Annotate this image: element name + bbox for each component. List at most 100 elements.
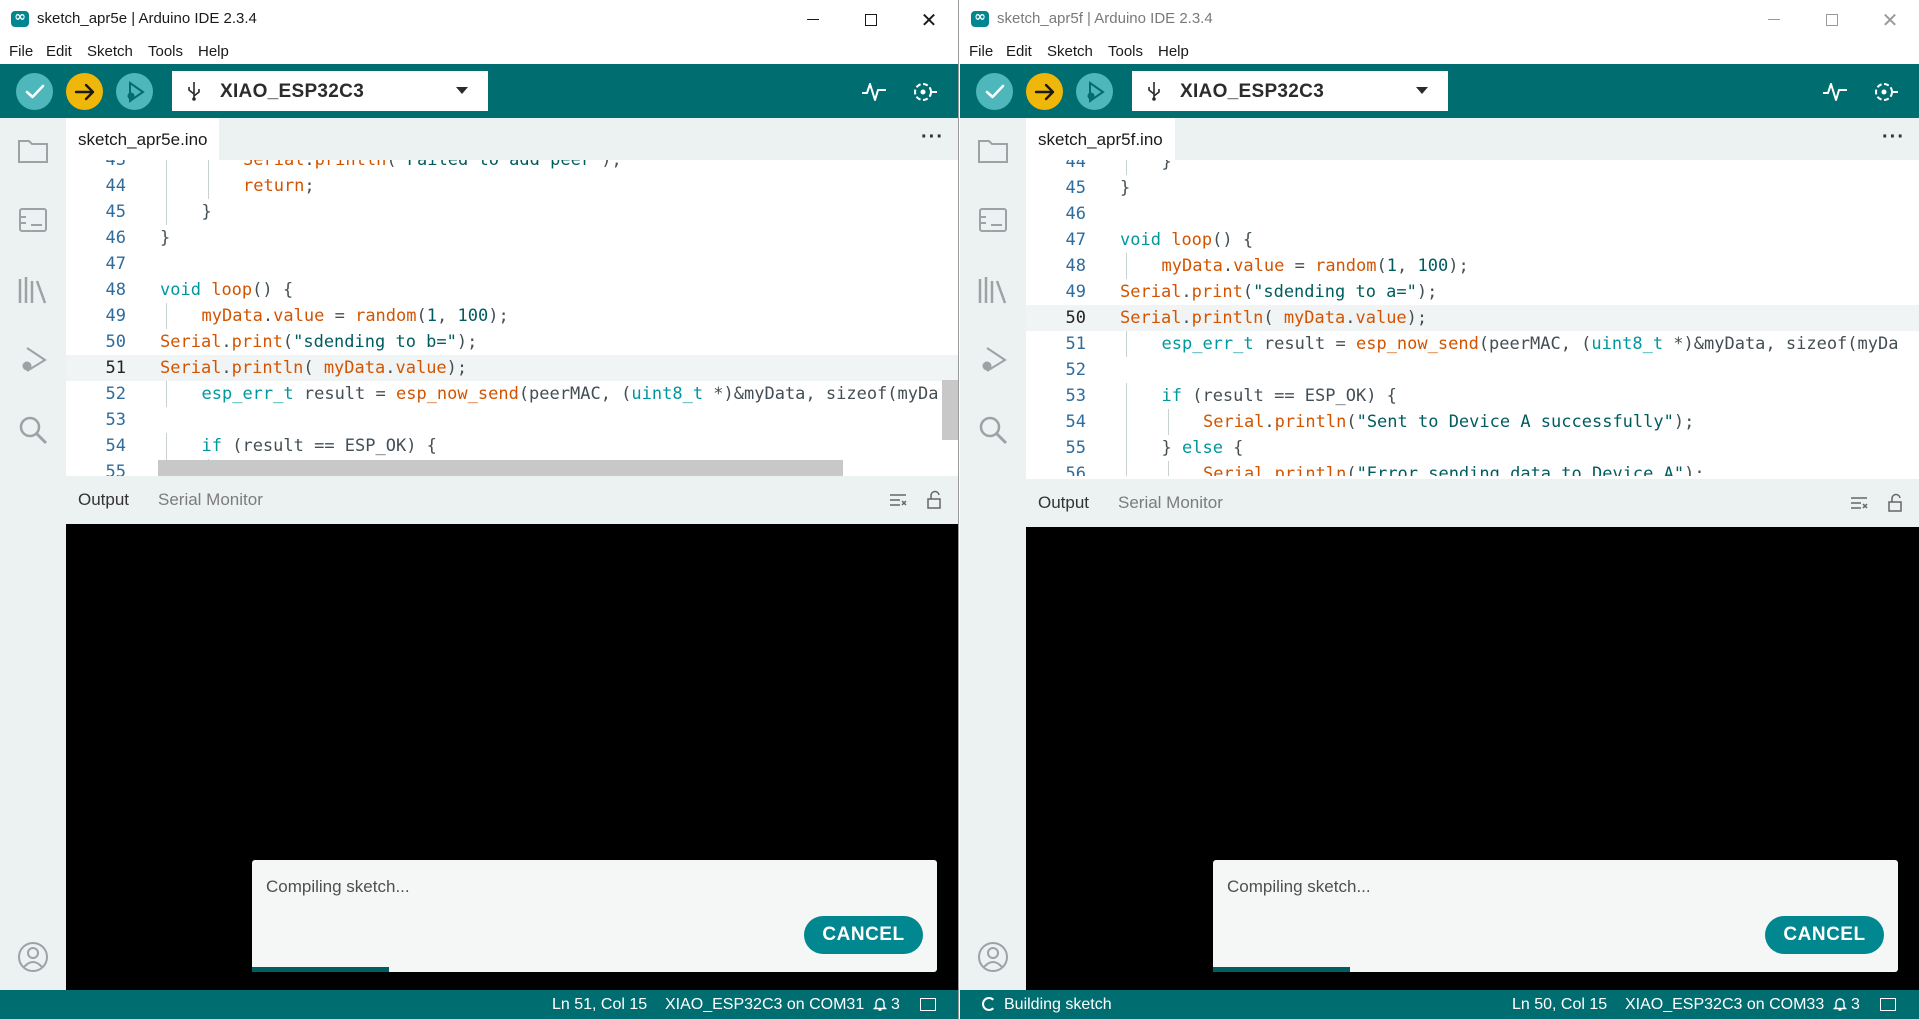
board-selector[interactable]: XIAO_ESP32C3 (172, 71, 488, 111)
code-line[interactable]: 50 Serial.println( myData.value); (1026, 305, 1919, 331)
upload-button[interactable] (66, 73, 103, 110)
lock-icon[interactable] (1885, 493, 1905, 513)
boards-manager-icon[interactable] (976, 203, 1010, 237)
close-button[interactable]: ✕ (1861, 0, 1919, 40)
line-number: 50 (105, 332, 126, 352)
cancel-button[interactable]: CANCEL (1765, 916, 1884, 954)
tab-output[interactable]: Output (78, 490, 129, 510)
menu-file[interactable]: File (9, 43, 33, 60)
upload-button[interactable] (1026, 73, 1063, 110)
code-line[interactable]: 48 myData.value = random(1, 100); (1026, 253, 1919, 279)
code-line[interactable]: 45} (66, 199, 958, 225)
code-editor[interactable]: sketch_apr5e.ino ··· 55Serial.println("S… (66, 118, 958, 476)
board-port-status[interactable]: XIAO_ESP32C3 on COM33 (1625, 996, 1824, 1014)
scrollbar-thumb[interactable] (942, 380, 958, 440)
debug-button[interactable] (1076, 73, 1113, 110)
search-icon[interactable] (16, 413, 50, 447)
debug-icon (127, 80, 145, 103)
menu-tools[interactable]: Tools (148, 43, 183, 60)
code-line[interactable]: 56 Serial.println("Error sending data to … (1026, 461, 1919, 476)
code-line[interactable]: 52 (1026, 357, 1919, 383)
code-line[interactable]: 45} (1026, 175, 1919, 201)
code-line[interactable]: 46} (66, 225, 958, 251)
code-line[interactable]: 55} else { (1026, 435, 1919, 461)
code-line[interactable]: 44 return; (66, 173, 958, 199)
verify-button[interactable] (16, 73, 53, 110)
maximize-button[interactable] (842, 0, 900, 40)
folder-icon[interactable] (16, 133, 50, 167)
menu-help[interactable]: Help (198, 43, 229, 60)
code-area[interactable]: 56 Serial.println("Error sending data to … (1026, 160, 1919, 476)
file-tab[interactable]: sketch_apr5e.ino (66, 118, 220, 160)
menu-sketch[interactable]: Sketch (1047, 43, 1093, 60)
code-line[interactable]: 50 Serial.print("sdending to b="); (66, 329, 958, 355)
code-line[interactable]: 47 void loop() { (1026, 227, 1919, 253)
menu-help[interactable]: Help (1158, 43, 1189, 60)
search-icon[interactable] (976, 413, 1010, 447)
text-selection-highlight (158, 460, 843, 476)
serial-monitor-icon[interactable] (910, 78, 938, 106)
lock-icon[interactable] (924, 490, 944, 510)
notification-bell-icon[interactable] (1832, 996, 1848, 1012)
code-line[interactable]: 53 (66, 407, 958, 433)
line-number: 54 (105, 436, 126, 456)
cursor-position[interactable]: Ln 51, Col 15 (552, 996, 647, 1014)
code-area[interactable]: 55Serial.println("Sent to Device B succe… (66, 160, 958, 476)
serial-monitor-icon[interactable] (1871, 78, 1899, 106)
file-tab[interactable]: sketch_apr5f.ino (1026, 118, 1175, 160)
more-options-icon[interactable]: ··· (921, 126, 944, 149)
verify-button[interactable] (976, 73, 1013, 110)
code-line[interactable]: 52 esp_err_t result = esp_now_send(peerMA… (66, 381, 958, 407)
menu-edit[interactable]: Edit (46, 43, 72, 60)
cursor-position[interactable]: Ln 50, Col 15 (1512, 996, 1607, 1014)
code-line[interactable]: 53 if (result == ESP_OK) { (1026, 383, 1919, 409)
debug-button[interactable] (116, 73, 153, 110)
menu-tools[interactable]: Tools (1108, 43, 1143, 60)
code-line[interactable]: 51 Serial.println( myData.value); (66, 355, 958, 381)
maximize-button[interactable] (1803, 0, 1861, 40)
library-manager-icon[interactable] (16, 273, 50, 307)
account-icon[interactable] (976, 940, 1010, 974)
menu-file[interactable]: File (969, 43, 993, 60)
code-token: esp_now_send (395, 384, 519, 404)
code-line[interactable]: 44} (1026, 160, 1919, 175)
menu-sketch[interactable]: Sketch (87, 43, 133, 60)
tab-output[interactable]: Output (1038, 493, 1089, 513)
menu-edit[interactable]: Edit (1006, 43, 1032, 60)
cancel-button[interactable]: CANCEL (804, 916, 923, 954)
boards-manager-icon[interactable] (16, 203, 50, 237)
progress-notification: Compiling sketch... CANCEL (252, 860, 937, 972)
line-number: 55 (105, 462, 126, 476)
tab-serial-monitor[interactable]: Serial Monitor (158, 490, 263, 510)
close-button[interactable]: ✕ (900, 0, 958, 40)
serial-plotter-icon[interactable] (860, 78, 888, 106)
code-editor[interactable]: sketch_apr5f.ino ··· 56 Serial.println("E… (1026, 118, 1919, 476)
tab-serial-monitor[interactable]: Serial Monitor (1118, 493, 1223, 513)
account-icon[interactable] (16, 940, 50, 974)
toggle-panel-icon[interactable] (1880, 998, 1896, 1011)
code-line[interactable]: 46 (1026, 201, 1919, 227)
library-manager-icon[interactable] (976, 273, 1010, 307)
clear-output-icon[interactable] (888, 490, 908, 510)
debug-sidebar-icon[interactable] (976, 343, 1010, 377)
toggle-panel-icon[interactable] (920, 998, 936, 1011)
minimize-button[interactable] (1745, 0, 1803, 40)
code-line[interactable]: 54 Serial.println("Sent to Device A succe… (1026, 409, 1919, 435)
folder-icon[interactable] (976, 133, 1010, 167)
serial-plotter-icon[interactable] (1821, 78, 1849, 106)
minimize-button[interactable] (784, 0, 842, 40)
code-token: . (221, 358, 232, 378)
more-options-icon[interactable]: ··· (1882, 126, 1905, 149)
code-line[interactable]: 47 (66, 251, 958, 277)
clear-output-icon[interactable] (1849, 493, 1869, 513)
code-line[interactable]: 54 if (result == ESP_OK) { (66, 433, 958, 459)
code-line[interactable]: 49 Serial.print("sdending to a="); (1026, 279, 1919, 305)
code-line[interactable]: 51 esp_err_t result = esp_now_send(peerMA… (1026, 331, 1919, 357)
code-line[interactable]: 48 void loop() { (66, 277, 958, 303)
notification-bell-icon[interactable] (872, 996, 888, 1012)
code-line[interactable]: 49 myData.value = random(1, 100); (66, 303, 958, 329)
code-line[interactable]: 43 Serial.println("Failed to add peer"); (66, 160, 958, 173)
board-selector[interactable]: XIAO_ESP32C3 (1132, 71, 1448, 111)
debug-sidebar-icon[interactable] (16, 343, 50, 377)
board-port-status[interactable]: XIAO_ESP32C3 on COM31 (665, 996, 864, 1014)
